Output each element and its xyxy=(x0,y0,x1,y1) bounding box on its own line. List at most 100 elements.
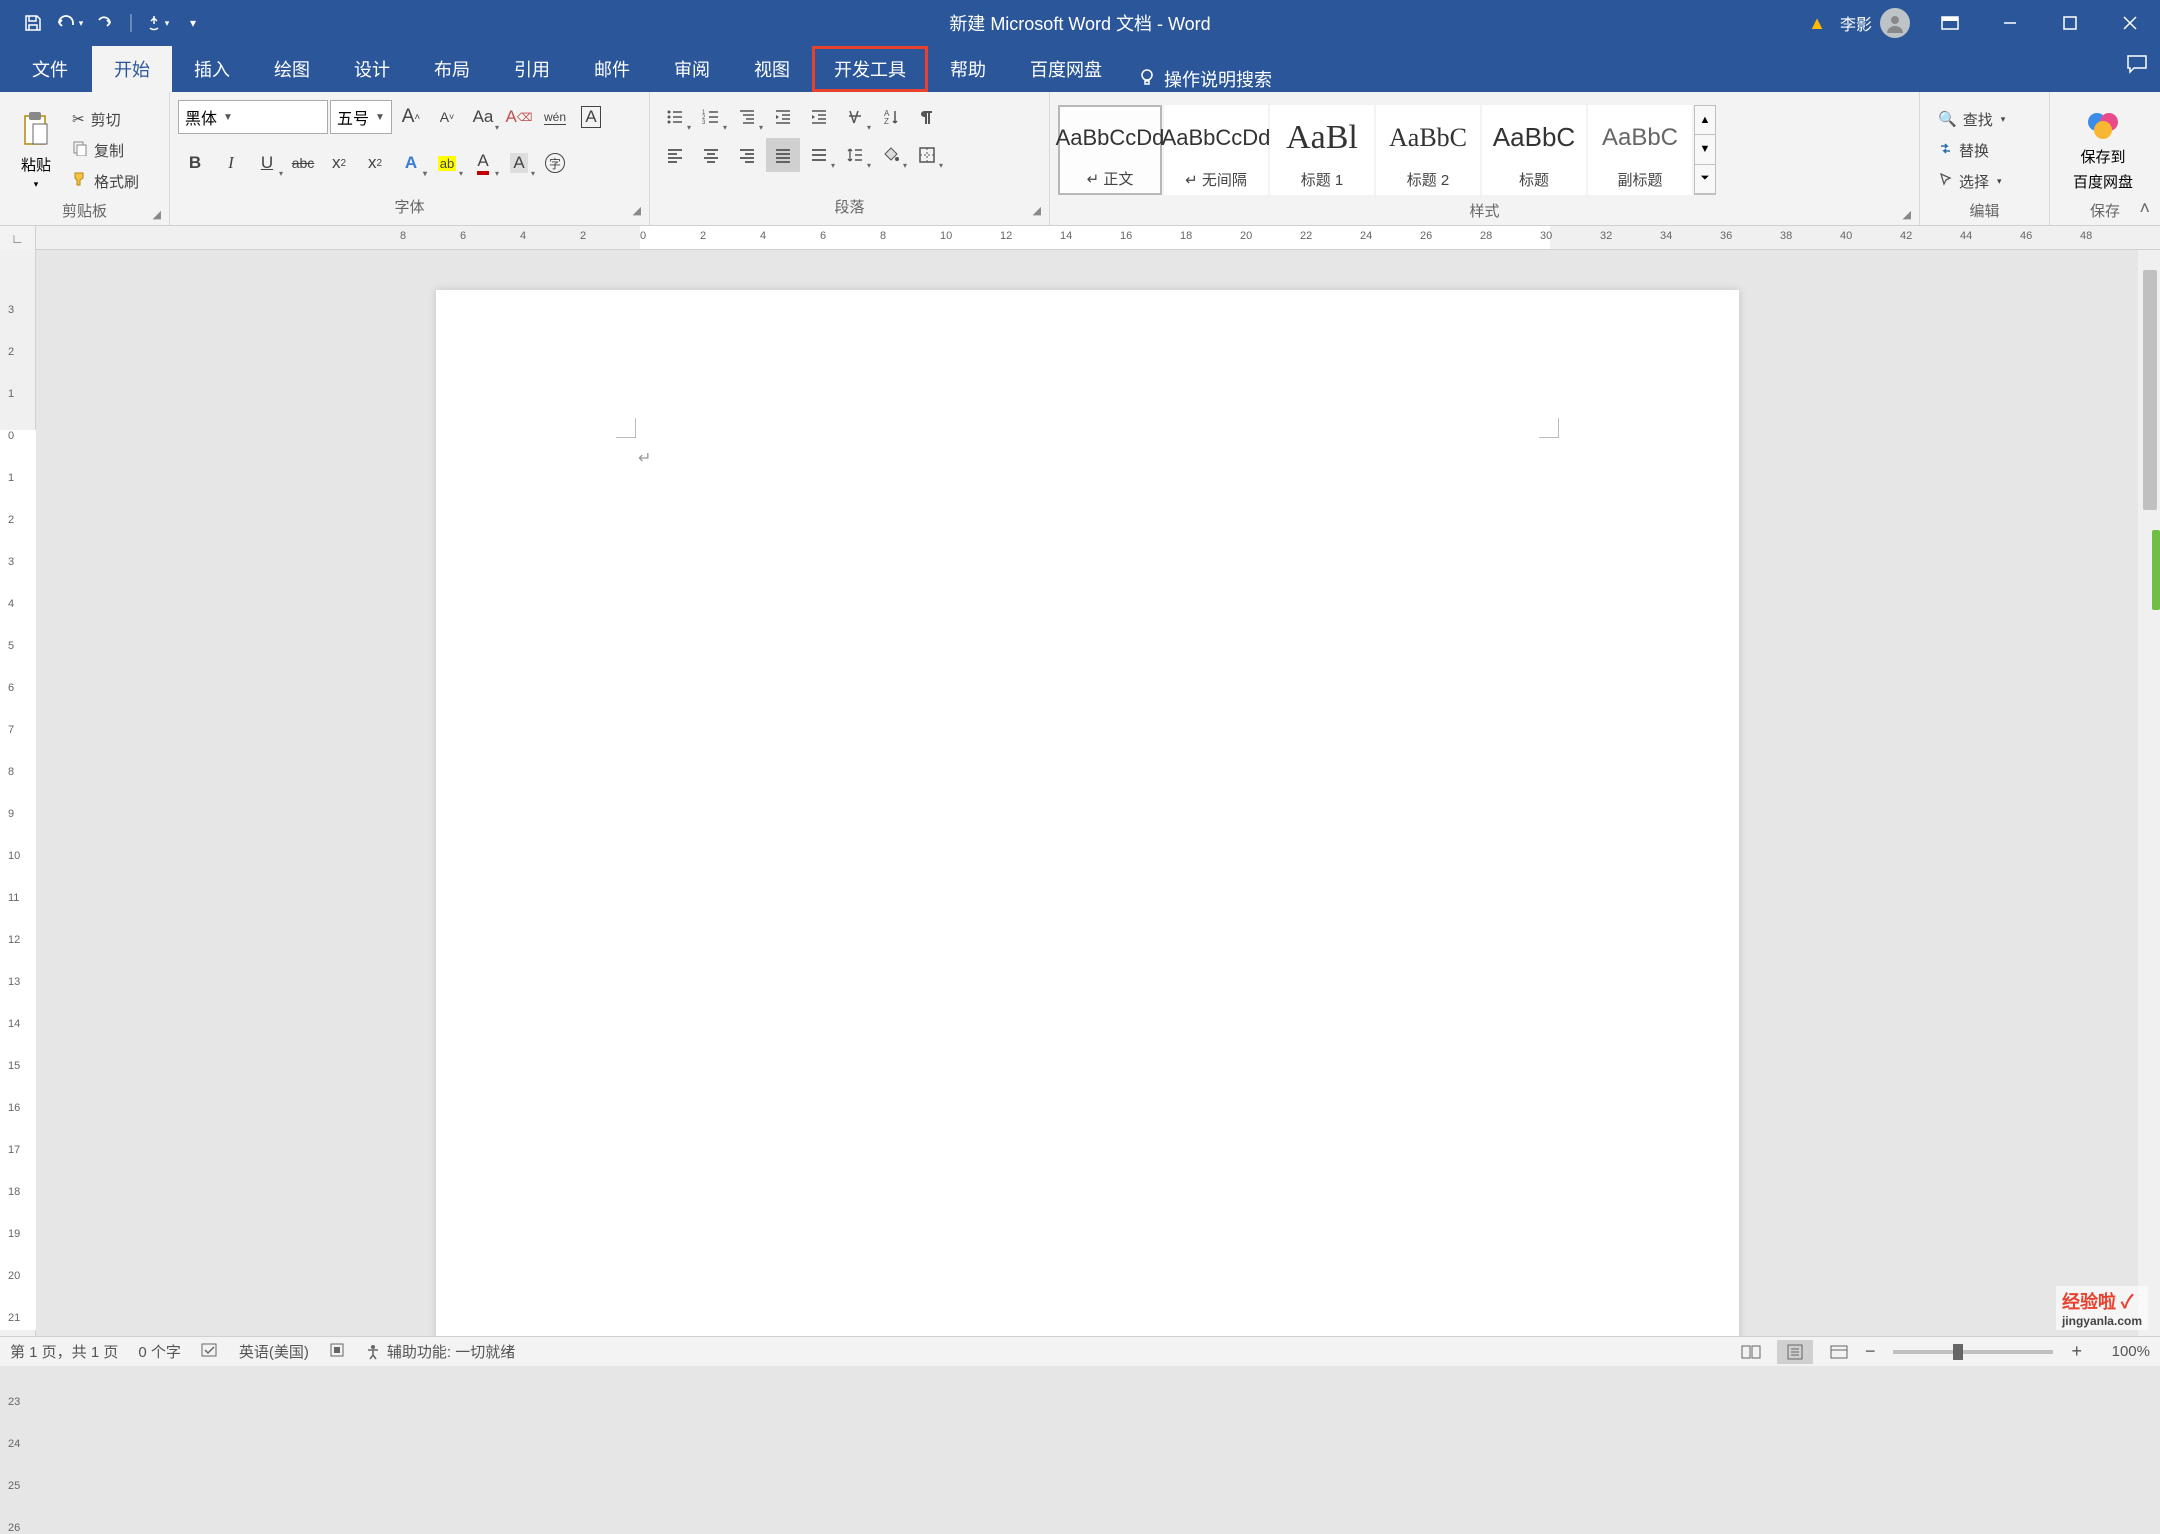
tab-home[interactable]: 开始 xyxy=(92,46,172,92)
bullets-button[interactable]: ▾ xyxy=(658,100,692,134)
tab-view[interactable]: 视图 xyxy=(732,46,812,92)
grow-font-button[interactable]: A˄ xyxy=(394,100,428,134)
asian-layout-button[interactable]: ▾ xyxy=(838,100,872,134)
qat-customize[interactable]: ▾ xyxy=(178,8,208,38)
select-button[interactable]: 选择▾ xyxy=(1934,169,2009,194)
find-button[interactable]: 🔍查找▾ xyxy=(1934,107,2009,132)
tab-review[interactable]: 审阅 xyxy=(652,46,732,92)
style-subtitle[interactable]: AaBbC副标题 xyxy=(1588,105,1692,195)
zoom-slider[interactable] xyxy=(1893,1350,2053,1354)
collapse-ribbon-button[interactable]: ˄ xyxy=(2139,198,2150,219)
line-spacing-button[interactable]: ▾ xyxy=(838,138,872,172)
status-macro-icon[interactable] xyxy=(329,1342,345,1362)
save-icon[interactable] xyxy=(18,8,48,38)
view-web-button[interactable] xyxy=(1821,1340,1857,1364)
paste-button[interactable]: 粘贴 ▾ xyxy=(8,100,64,200)
decrease-indent-button[interactable] xyxy=(766,100,800,134)
bold-button[interactable]: B xyxy=(178,146,212,180)
char-border-button[interactable]: A xyxy=(574,100,608,134)
borders-button[interactable]: ▾ xyxy=(910,138,944,172)
clear-format-button[interactable]: A⌫ xyxy=(502,100,536,134)
zoom-level[interactable]: 100% xyxy=(2090,1343,2150,1360)
align-left-button[interactable] xyxy=(658,138,692,172)
align-distribute-button[interactable]: ▾ xyxy=(802,138,836,172)
tab-help[interactable]: 帮助 xyxy=(928,46,1008,92)
format-painter-button[interactable]: 格式刷 xyxy=(68,169,143,194)
tab-references[interactable]: 引用 xyxy=(492,46,572,92)
ruler-vertical[interactable]: 3210123456789101112131415161718192021222… xyxy=(0,250,36,1336)
style-heading2[interactable]: AaBbC标题 2 xyxy=(1376,105,1480,195)
tab-insert[interactable]: 插入 xyxy=(172,46,252,92)
show-marks-button[interactable] xyxy=(910,100,944,134)
search-icon: 🔍 xyxy=(1938,110,1957,128)
maximize-button[interactable] xyxy=(2040,0,2100,46)
view-read-button[interactable] xyxy=(1733,1340,1769,1364)
tab-design[interactable]: 设计 xyxy=(332,46,412,92)
style-nospacing[interactable]: AaBbCcDd↵ 无间隔 xyxy=(1164,105,1268,195)
tab-selector[interactable]: ∟ xyxy=(0,226,36,250)
undo-button[interactable]: ▾ xyxy=(54,8,84,38)
save-to-baidu-button[interactable]: 保存到百度网盘 xyxy=(2058,100,2148,200)
tab-draw[interactable]: 绘图 xyxy=(252,46,332,92)
tab-file[interactable]: 文件 xyxy=(8,46,92,92)
ribbon-display-button[interactable] xyxy=(1920,0,1980,46)
tab-mailings[interactable]: 邮件 xyxy=(572,46,652,92)
style-heading1[interactable]: AaBl标题 1 xyxy=(1270,105,1374,195)
copy-button[interactable]: 复制 xyxy=(68,138,143,163)
increase-indent-button[interactable] xyxy=(802,100,836,134)
highlight-button[interactable]: ab▾ xyxy=(430,146,464,180)
styles-launcher[interactable]: ◢ xyxy=(1903,208,1911,221)
zoom-out-button[interactable]: − xyxy=(1865,1341,1876,1362)
font-size-combo[interactable]: 五号▼ xyxy=(330,100,392,134)
close-button[interactable] xyxy=(2100,0,2160,46)
change-case-button[interactable]: Aa▾ xyxy=(466,100,500,134)
redo-button[interactable] xyxy=(90,8,120,38)
align-justify-button[interactable] xyxy=(766,138,800,172)
sort-button[interactable]: AZ xyxy=(874,100,908,134)
phonetic-guide-button[interactable]: wén xyxy=(538,100,572,134)
styles-scroll[interactable]: ▲▼⏷ xyxy=(1694,105,1716,195)
shrink-font-button[interactable]: A˅ xyxy=(430,100,464,134)
status-spell-icon[interactable] xyxy=(201,1342,219,1362)
group-clipboard: 粘贴 ▾ ✂剪切 复制 格式刷 剪贴板◢ xyxy=(0,92,170,225)
font-family-combo[interactable]: 黑体▼ xyxy=(178,100,328,134)
cut-button[interactable]: ✂剪切 xyxy=(68,107,143,132)
status-page[interactable]: 第 1 页，共 1 页 xyxy=(10,1341,118,1362)
align-right-button[interactable] xyxy=(730,138,764,172)
style-normal[interactable]: AaBbCcDd↵ 正文 xyxy=(1058,105,1162,195)
status-a11y[interactable]: 辅助功能: 一切就绪 xyxy=(365,1341,515,1362)
account-area[interactable]: ▲ 李影 xyxy=(1808,8,1920,38)
comments-button[interactable] xyxy=(2126,54,2148,80)
italic-button[interactable]: I xyxy=(214,146,248,180)
underline-button[interactable]: U▾ xyxy=(250,146,284,180)
enclose-char-button[interactable]: 字 xyxy=(538,146,572,180)
minimize-button[interactable] xyxy=(1980,0,2040,46)
tab-layout[interactable]: 布局 xyxy=(412,46,492,92)
status-language[interactable]: 英语(美国) xyxy=(239,1341,309,1362)
numbering-button[interactable]: 123▾ xyxy=(694,100,728,134)
replace-button[interactable]: 替换 xyxy=(1934,138,2009,163)
font-launcher[interactable]: ◢ xyxy=(633,204,641,217)
multilevel-list-button[interactable]: ▾ xyxy=(730,100,764,134)
tab-developer[interactable]: 开发工具 xyxy=(812,46,928,92)
char-shading-button[interactable]: A▾ xyxy=(502,146,536,180)
clipboard-launcher[interactable]: ◢ xyxy=(153,208,161,221)
text-effects-button[interactable]: A▾ xyxy=(394,146,428,180)
subscript-button[interactable]: x2 xyxy=(322,146,356,180)
font-color-button[interactable]: A▾ xyxy=(466,146,500,180)
ruler-horizontal[interactable]: ∟ 86420246810121416182022242628303234363… xyxy=(0,226,2160,250)
superscript-button[interactable]: x2 xyxy=(358,146,392,180)
tab-baidu[interactable]: 百度网盘 xyxy=(1008,46,1124,92)
status-wordcount[interactable]: 0 个字 xyxy=(138,1341,181,1362)
tell-me-search[interactable]: 操作说明搜索 xyxy=(1124,66,1286,92)
vertical-scrollbar[interactable] xyxy=(2138,250,2160,1336)
touch-mode-button[interactable]: ▾ xyxy=(142,8,172,38)
shading-button[interactable]: ▾ xyxy=(874,138,908,172)
zoom-in-button[interactable]: + xyxy=(2071,1341,2082,1362)
strikethrough-button[interactable]: abc xyxy=(286,146,320,180)
document-canvas[interactable]: ↵ xyxy=(36,250,2160,1336)
style-title[interactable]: AaBbC标题 xyxy=(1482,105,1586,195)
paragraph-launcher[interactable]: ◢ xyxy=(1033,204,1041,217)
view-print-button[interactable] xyxy=(1777,1340,1813,1364)
align-center-button[interactable] xyxy=(694,138,728,172)
